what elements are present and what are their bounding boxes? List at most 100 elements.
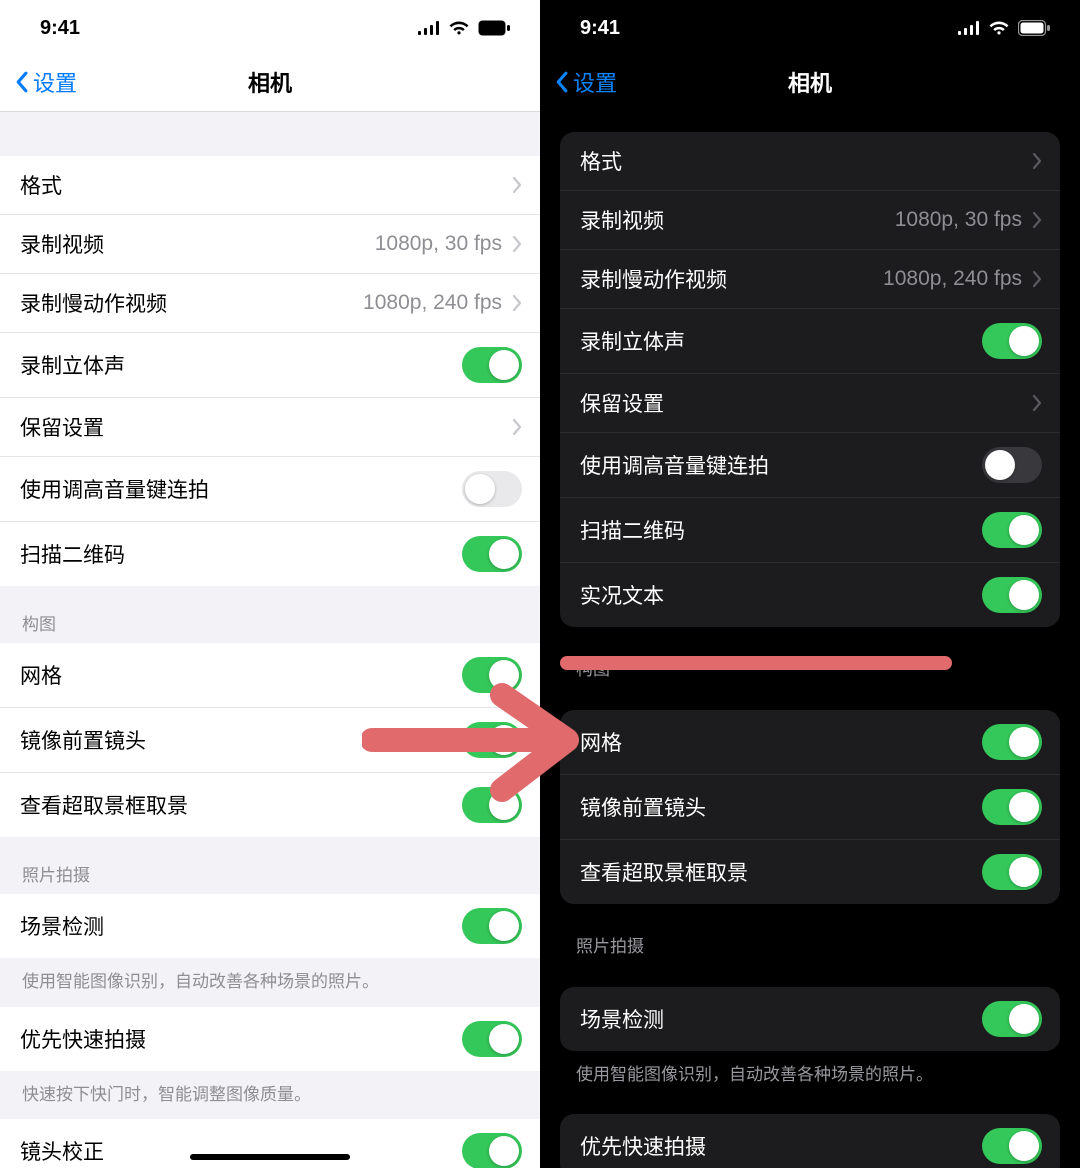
toggle-switch[interactable] [982, 789, 1042, 825]
toggle-switch[interactable] [982, 323, 1042, 359]
settings-scroll[interactable]: 格式录制视频1080p, 30 fps录制慢动作视频1080p, 240 fps… [540, 112, 1080, 1168]
chevron-left-icon [554, 71, 569, 93]
row-format[interactable]: 格式 [0, 156, 540, 215]
toggle-switch[interactable] [982, 512, 1042, 548]
back-label: 设置 [573, 66, 617, 98]
toggle-switch[interactable] [462, 471, 522, 507]
row-mirror[interactable]: 镜像前置镜头 [0, 708, 540, 773]
nav-bar: 设置 相机 [0, 52, 540, 112]
cellular-icon [418, 21, 440, 35]
row-label: 录制立体声 [20, 350, 462, 380]
row-format[interactable]: 格式 [560, 132, 1060, 191]
row-label: 查看超取景框取景 [20, 790, 462, 820]
back-button[interactable]: 设置 [554, 66, 617, 98]
row-label: 录制慢动作视频 [580, 264, 883, 294]
chevron-right-icon [512, 235, 522, 253]
section-header: 照片拍摄 [540, 904, 1080, 967]
status-right [958, 20, 1050, 36]
row-livetext[interactable]: 实况文本 [560, 563, 1060, 627]
phone-light: 9:41 设置 相机 格式录制视频1080p, 30 fps录制慢动作视频108… [0, 0, 540, 1168]
settings-group: 优先快速拍摄 [0, 1007, 540, 1071]
toggle-switch[interactable] [982, 1001, 1042, 1037]
row-label: 场景检测 [20, 911, 462, 941]
section-footer: 快速按下快门时，智能调整图像质量。 [0, 1071, 540, 1120]
row-preserve[interactable]: 保留设置 [0, 398, 540, 457]
row-label: 使用调高音量键连拍 [580, 450, 982, 480]
row-label: 场景检测 [580, 1004, 982, 1034]
toggle-switch[interactable] [982, 724, 1042, 760]
status-bar: 9:41 [540, 0, 1080, 52]
toggle-switch[interactable] [462, 536, 522, 572]
row-fastshot[interactable]: 优先快速拍摄 [560, 1114, 1060, 1168]
row-preserve[interactable]: 保留设置 [560, 374, 1060, 433]
toggle-switch[interactable] [982, 577, 1042, 613]
chevron-right-icon [1032, 394, 1042, 412]
toggle-switch[interactable] [462, 787, 522, 823]
row-grid[interactable]: 网格 [0, 643, 540, 708]
toggle-switch[interactable] [982, 447, 1042, 483]
row-label: 镜头校正 [20, 1136, 462, 1166]
settings-group: 优先快速拍摄 [560, 1114, 1060, 1168]
row-label: 格式 [20, 170, 506, 200]
settings-group: 格式录制视频1080p, 30 fps录制慢动作视频1080p, 240 fps… [0, 156, 540, 586]
row-video[interactable]: 录制视频1080p, 30 fps [560, 191, 1060, 250]
toggle-switch[interactable] [462, 347, 522, 383]
row-volburst[interactable]: 使用调高音量键连拍 [0, 457, 540, 522]
row-video[interactable]: 录制视频1080p, 30 fps [0, 215, 540, 274]
status-time: 9:41 [40, 17, 80, 40]
toggle-switch[interactable] [462, 657, 522, 693]
row-label: 录制视频 [20, 229, 375, 259]
nav-title: 相机 [540, 66, 1080, 98]
row-value: 1080p, 30 fps [895, 208, 1022, 232]
row-value: 1080p, 240 fps [883, 267, 1022, 291]
row-mirror[interactable]: 镜像前置镜头 [560, 775, 1060, 840]
row-scene[interactable]: 场景检测 [0, 894, 540, 958]
nav-bar: 设置 相机 [540, 52, 1080, 112]
battery-icon [478, 20, 510, 36]
row-label: 录制立体声 [580, 326, 982, 356]
row-outframe[interactable]: 查看超取景框取景 [0, 773, 540, 837]
toggle-switch[interactable] [982, 1128, 1042, 1164]
section-header: 构图 [540, 627, 1080, 690]
row-label: 扫描二维码 [580, 515, 982, 545]
row-volburst[interactable]: 使用调高音量键连拍 [560, 433, 1060, 498]
row-label: 格式 [580, 146, 1026, 176]
row-label: 保留设置 [20, 412, 506, 442]
toggle-switch[interactable] [982, 854, 1042, 890]
wifi-icon [988, 20, 1010, 36]
toggle-switch[interactable] [462, 908, 522, 944]
row-fastshot[interactable]: 优先快速拍摄 [0, 1007, 540, 1071]
section-footer: 使用智能图像识别，自动改善各种场景的照片。 [0, 958, 540, 1007]
chevron-right-icon [1032, 211, 1042, 229]
row-grid[interactable]: 网格 [560, 710, 1060, 775]
chevron-right-icon [512, 418, 522, 436]
settings-group: 镜头校正 [0, 1119, 540, 1168]
row-label: 扫描二维码 [20, 539, 462, 569]
row-lenscorr[interactable]: 镜头校正 [0, 1119, 540, 1168]
row-label: 保留设置 [580, 388, 1026, 418]
home-indicator[interactable] [190, 1154, 350, 1160]
section-header: 照片拍摄 [0, 837, 540, 894]
back-button[interactable]: 设置 [14, 66, 77, 98]
row-stereo[interactable]: 录制立体声 [560, 309, 1060, 374]
toggle-switch[interactable] [462, 1021, 522, 1057]
toggle-switch[interactable] [462, 1133, 522, 1168]
chevron-right-icon [1032, 152, 1042, 170]
row-qr[interactable]: 扫描二维码 [560, 498, 1060, 563]
row-stereo[interactable]: 录制立体声 [0, 333, 540, 398]
back-label: 设置 [33, 66, 77, 98]
row-label: 查看超取景框取景 [580, 857, 982, 887]
row-outframe[interactable]: 查看超取景框取景 [560, 840, 1060, 904]
row-slomo[interactable]: 录制慢动作视频1080p, 240 fps [0, 274, 540, 333]
row-label: 录制视频 [580, 205, 895, 235]
nav-title: 相机 [0, 66, 540, 98]
row-qr[interactable]: 扫描二维码 [0, 522, 540, 586]
row-slomo[interactable]: 录制慢动作视频1080p, 240 fps [560, 250, 1060, 309]
row-value: 1080p, 240 fps [363, 291, 502, 315]
row-label: 使用调高音量键连拍 [20, 474, 462, 504]
row-label: 网格 [20, 660, 462, 690]
toggle-switch[interactable] [462, 722, 522, 758]
settings-scroll[interactable]: 格式录制视频1080p, 30 fps录制慢动作视频1080p, 240 fps… [0, 112, 540, 1168]
row-scene[interactable]: 场景检测 [560, 987, 1060, 1051]
chevron-right-icon [512, 294, 522, 312]
